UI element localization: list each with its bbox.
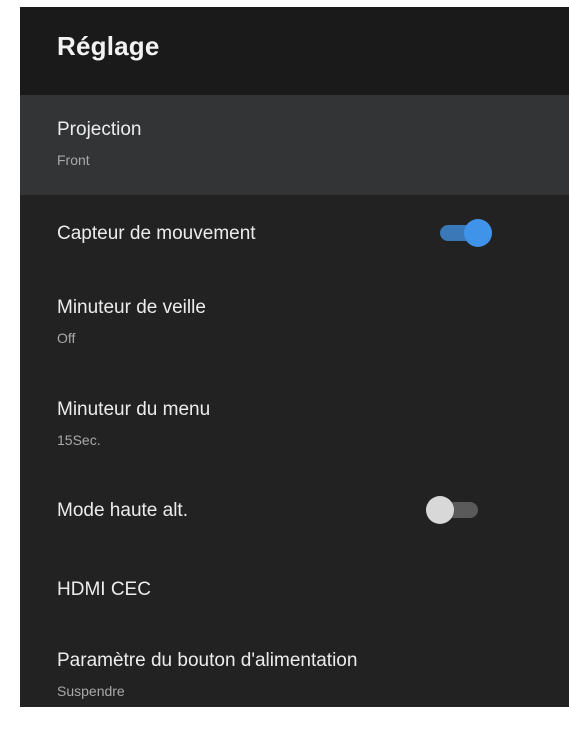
setting-label: Minuteur du menu <box>57 399 211 420</box>
setting-value: 15Sec. <box>57 432 101 448</box>
setting-label: Paramètre du bouton d'alimentation <box>57 650 358 671</box>
page-title: Réglage <box>57 31 160 61</box>
setting-label: Mode haute alt. <box>57 500 188 521</box>
setting-item-hdmi-cec[interactable]: HDMI CEC <box>20 555 569 625</box>
toggle-thumb <box>464 219 492 247</box>
setting-item-projection[interactable]: Projection Front <box>20 95 569 195</box>
setting-value: Off <box>57 330 76 346</box>
setting-item-motion-sensor[interactable]: Capteur de mouvement <box>20 195 569 275</box>
setting-label: Minuteur de veille <box>57 297 206 318</box>
setting-item-menu-timer[interactable]: Minuteur du menu 15Sec. <box>20 375 569 475</box>
setting-label: Capteur de mouvement <box>57 223 256 244</box>
setting-item-high-altitude-mode[interactable]: Mode haute alt. <box>20 475 569 555</box>
setting-item-power-button[interactable]: Paramètre du bouton d'alimentation Suspe… <box>20 625 569 707</box>
setting-value: Suspendre <box>57 683 125 699</box>
setting-item-sleep-timer[interactable]: Minuteur de veille Off <box>20 275 569 375</box>
header: Réglage <box>20 7 569 95</box>
motion-sensor-toggle[interactable] <box>434 217 494 249</box>
setting-label: HDMI CEC <box>57 579 151 600</box>
settings-screen: Réglage Projection Front Capteur de mouv… <box>20 7 569 707</box>
setting-value: Front <box>57 152 90 168</box>
toggle-thumb <box>426 496 454 524</box>
setting-label: Projection <box>57 119 142 140</box>
high-altitude-toggle[interactable] <box>424 494 484 526</box>
